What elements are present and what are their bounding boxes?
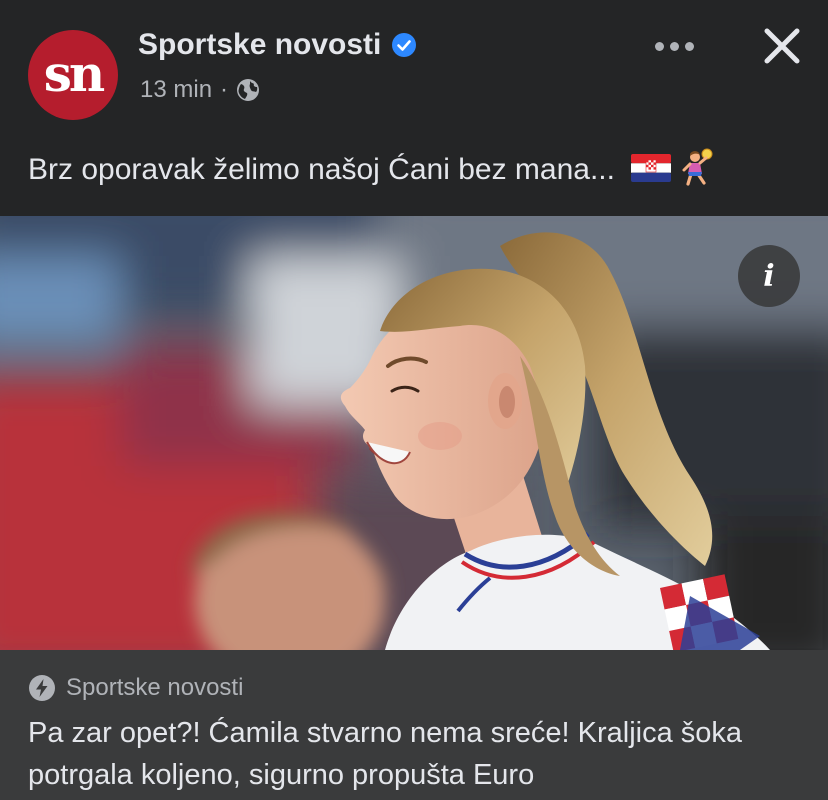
link-source: Sportske novosti <box>28 674 243 702</box>
post-header: sn Sportske novosti 13 min · <box>0 0 828 140</box>
instant-article-bolt-icon <box>29 675 55 701</box>
more-dot <box>654 41 664 51</box>
post-timestamp[interactable]: 13 min <box>140 76 212 104</box>
avatar-logo-text: sn <box>43 43 105 103</box>
meta-separator: · <box>220 76 229 103</box>
close-icon[interactable] <box>758 22 806 70</box>
croatia-flag-icon <box>631 154 672 183</box>
info-button[interactable]: i <box>738 245 800 307</box>
handball-player-icon <box>682 148 713 186</box>
link-source-name: Sportske novosti <box>66 674 244 701</box>
post-photo[interactable] <box>0 216 828 650</box>
caption-text: Brz oporavak želimo našoj Ćani bez mana.… <box>28 153 615 186</box>
post-caption: Brz oporavak želimo našoj Ćani bez mana.… <box>28 148 714 187</box>
more-options-button[interactable] <box>648 26 700 66</box>
info-icon: i <box>763 258 775 294</box>
verified-badge-icon <box>392 33 417 57</box>
more-dot <box>669 41 679 51</box>
globe-icon[interactable] <box>236 78 260 102</box>
player-photo-image <box>0 216 828 650</box>
page-avatar[interactable]: sn <box>28 30 118 120</box>
link-preview-card[interactable]: Sportske novosti Pa zar opet?! Ćamila st… <box>0 650 828 800</box>
facebook-post: sn Sportske novosti 13 min · Brz oporava… <box>0 0 828 800</box>
post-meta: 13 min · <box>140 76 260 104</box>
page-name[interactable]: Sportske novosti <box>138 28 417 62</box>
more-dot <box>684 41 694 51</box>
page-name-label: Sportske novosti <box>138 28 382 61</box>
link-title[interactable]: Pa zar opet?! Ćamila stvarno nema sreće!… <box>28 712 808 796</box>
